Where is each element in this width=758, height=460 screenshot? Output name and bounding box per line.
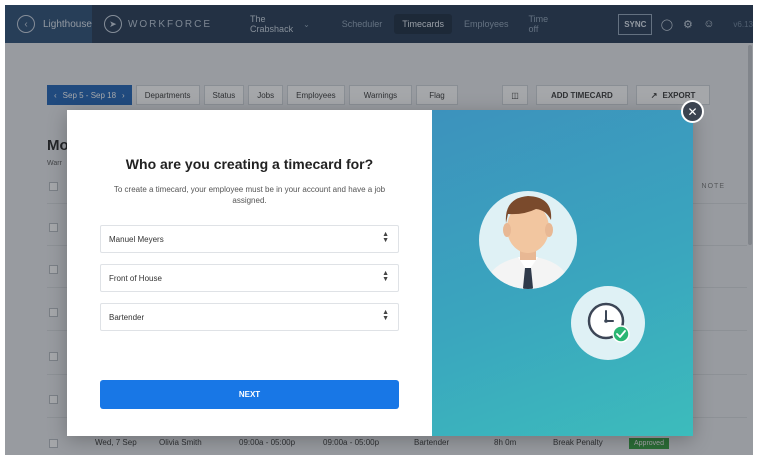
- modal-illustration-panel: [432, 110, 693, 436]
- close-modal-button[interactable]: ✕: [681, 100, 704, 123]
- job-select-value: Bartender: [109, 312, 145, 322]
- app-window: ‹ Lighthouse ➤ WORKFORCE The Crabshack ⌄…: [5, 5, 753, 455]
- select-arrows-icon: ▲ ▼: [382, 309, 389, 322]
- job-select[interactable]: Bartender ▲ ▼: [100, 303, 399, 331]
- select-arrows-icon: ▲ ▼: [382, 231, 389, 244]
- modal-title: Who are you creating a timecard for?: [125, 156, 374, 172]
- create-timecard-modal: Who are you creating a timecard for? To …: [67, 110, 693, 436]
- close-icon: ✕: [687, 104, 698, 119]
- select-arrows-icon: ▲ ▼: [382, 270, 389, 283]
- employee-clock-illustration: [479, 191, 645, 360]
- employee-select[interactable]: Manuel Meyers ▲ ▼: [100, 225, 399, 253]
- clock-check-icon: [571, 286, 645, 360]
- modal-description: To create a timecard, your employee must…: [113, 185, 386, 205]
- employee-avatar-icon: [479, 191, 577, 289]
- modal-form-panel: Who are you creating a timecard for? To …: [67, 110, 432, 436]
- next-button[interactable]: NEXT: [100, 380, 399, 409]
- employee-select-value: Manuel Meyers: [109, 234, 164, 244]
- department-select-value: Front of House: [109, 273, 162, 283]
- department-select[interactable]: Front of House ▲ ▼: [100, 264, 399, 292]
